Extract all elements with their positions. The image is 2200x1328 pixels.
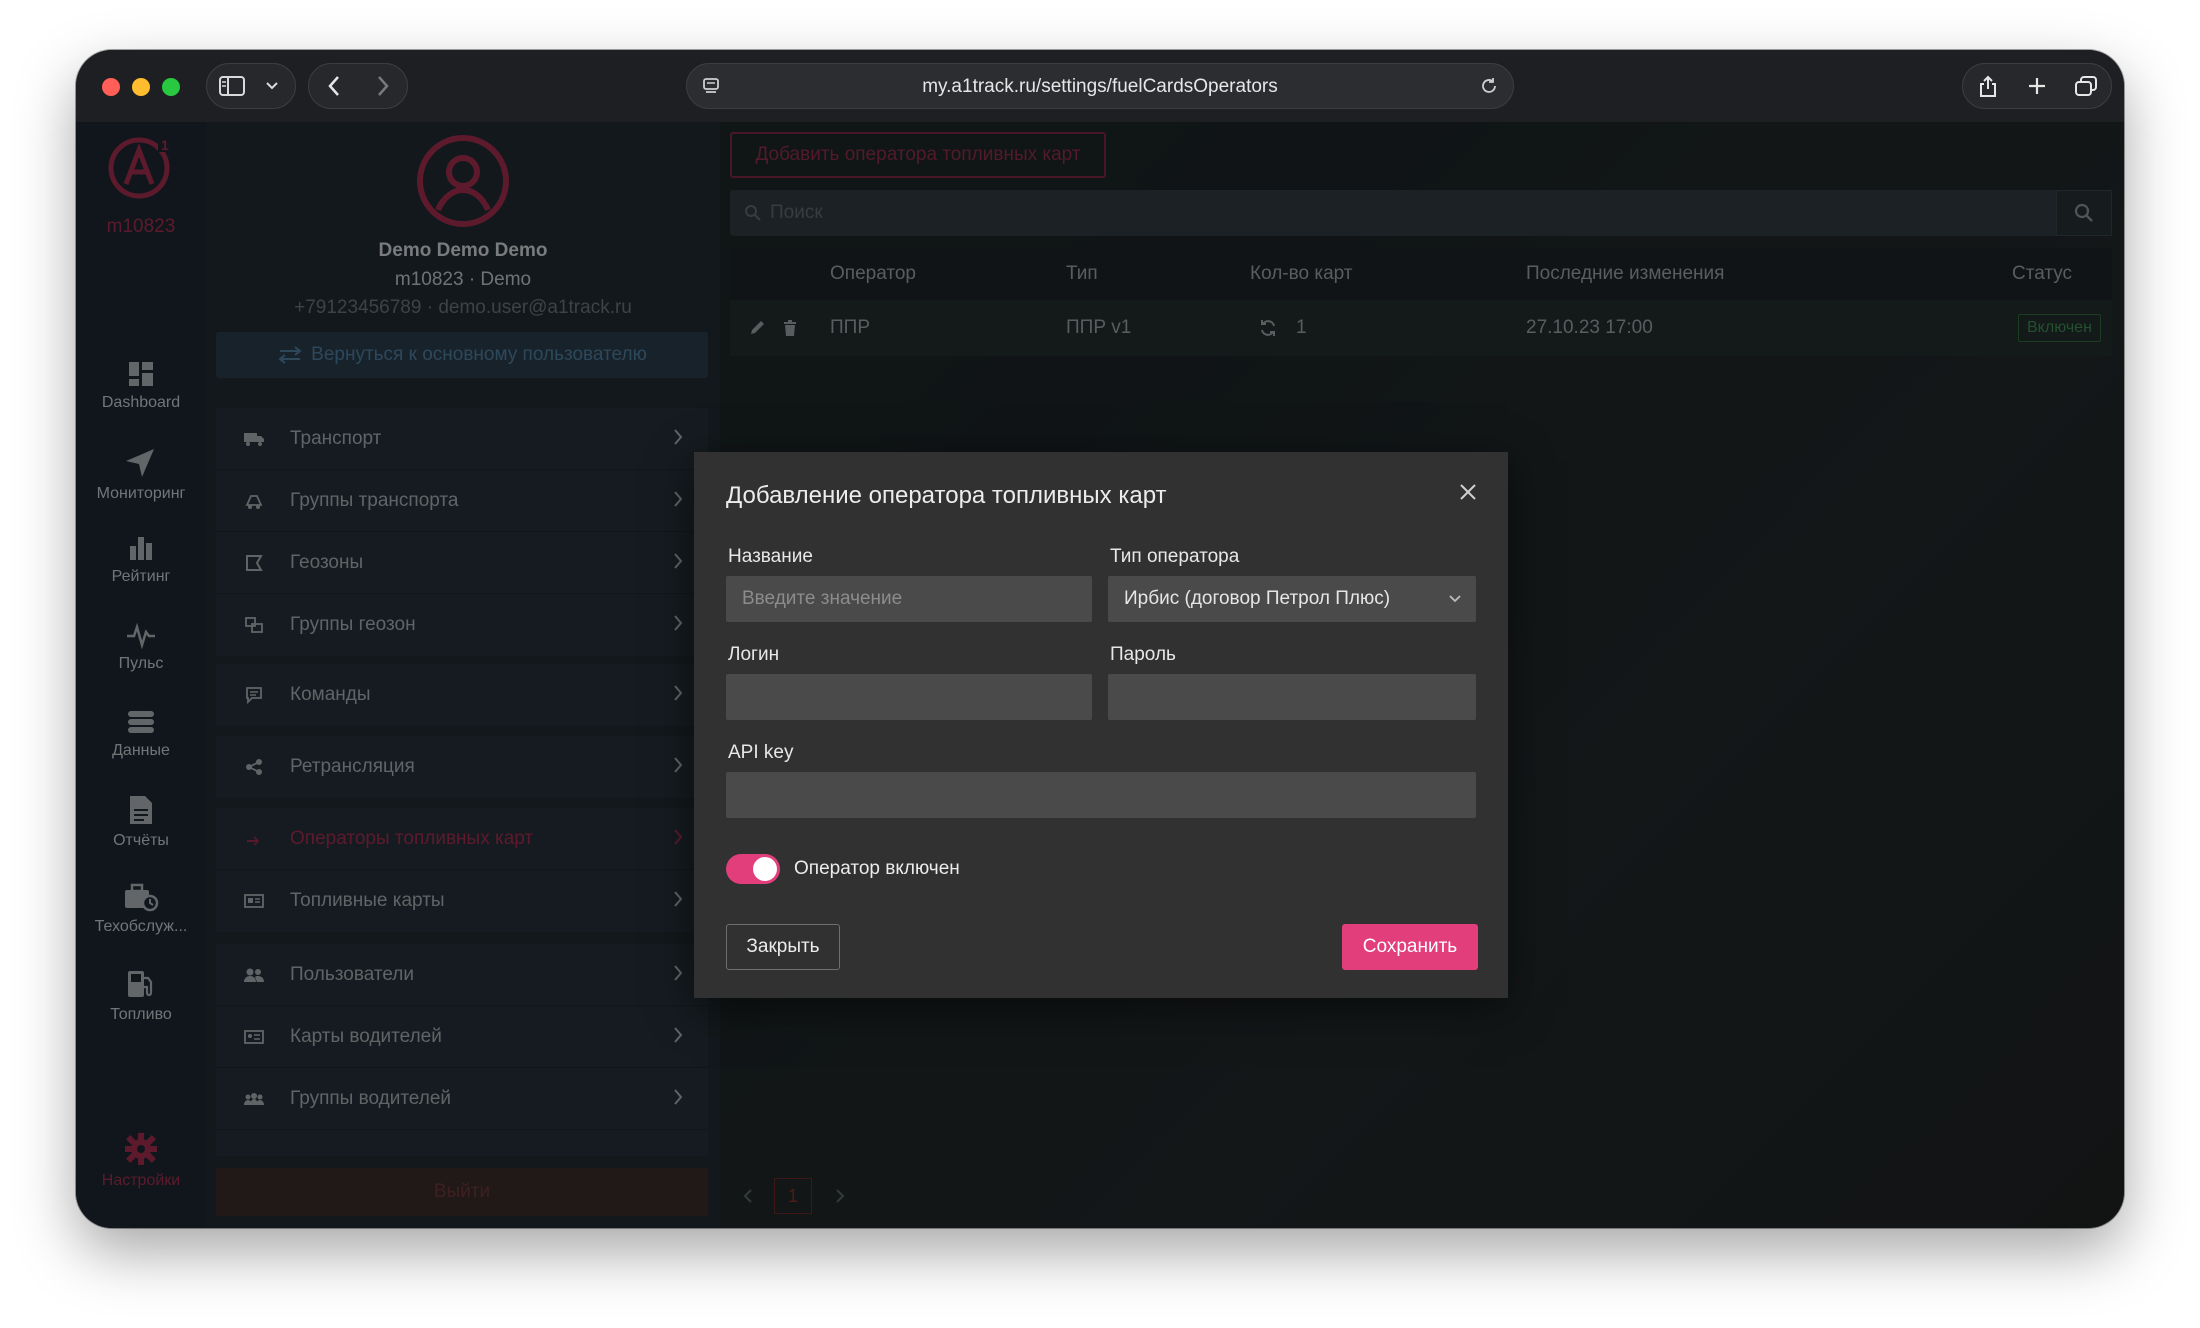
modal-title: Добавление оператора топливных карт <box>726 482 1167 509</box>
login-label: Логин <box>728 644 780 665</box>
operator-type-select[interactable]: Ирбис (договор Петрол Плюс) <box>1108 576 1476 622</box>
save-button[interactable]: Сохранить <box>1342 924 1478 970</box>
address-bar[interactable]: my.a1track.ru/settings/fuelCardsOperator… <box>686 63 1514 109</box>
toggle-knob <box>753 857 777 881</box>
sidebar-toggle-group <box>206 63 296 109</box>
sidebar-toggle-icon[interactable] <box>207 76 257 96</box>
add-fuel-operator-modal: Добавление оператора топливных карт Назв… <box>694 452 1508 998</box>
back-arrow-icon[interactable] <box>309 75 358 97</box>
chevron-down-icon[interactable] <box>257 81 287 91</box>
app-content: 1 m10823 Dashboard Мониторинг Рейтинг Пу… <box>76 122 2124 1228</box>
new-tab-icon[interactable] <box>2012 76 2061 96</box>
password-input[interactable] <box>1108 674 1476 720</box>
minimize-window-button[interactable] <box>132 78 150 96</box>
operator-enabled-toggle[interactable] <box>726 854 780 884</box>
operator-type-value: Ирбис (договор Петрол Плюс) <box>1124 588 1391 609</box>
close-window-button[interactable] <box>102 78 120 96</box>
share-icon[interactable] <box>1963 74 2012 98</box>
password-label: Пароль <box>1110 644 1176 665</box>
nav-buttons-group <box>308 63 408 109</box>
reload-icon[interactable] <box>1479 76 1499 101</box>
operator-enabled-label: Оператор включен <box>794 858 960 879</box>
forward-arrow-icon[interactable] <box>358 75 407 97</box>
browser-actions-group <box>1962 63 2112 109</box>
api-key-input[interactable] <box>726 772 1476 818</box>
name-input[interactable]: Введите значение <box>726 576 1092 622</box>
browser-titlebar: my.a1track.ru/settings/fuelCardsOperator… <box>76 50 2124 122</box>
api-key-label: API key <box>728 742 794 763</box>
operator-type-label: Тип оператора <box>1110 546 1240 567</box>
name-label: Название <box>728 546 813 567</box>
chevron-down-icon <box>1449 595 1461 603</box>
browser-window: my.a1track.ru/settings/fuelCardsOperator… <box>76 50 2124 1228</box>
maximize-window-button[interactable] <box>162 78 180 96</box>
url-text: my.a1track.ru/settings/fuelCardsOperator… <box>922 76 1278 97</box>
tabs-overview-icon[interactable] <box>2062 75 2111 97</box>
login-input[interactable] <box>726 674 1092 720</box>
close-icon[interactable] <box>1458 482 1478 507</box>
close-button[interactable]: Закрыть <box>726 924 840 970</box>
